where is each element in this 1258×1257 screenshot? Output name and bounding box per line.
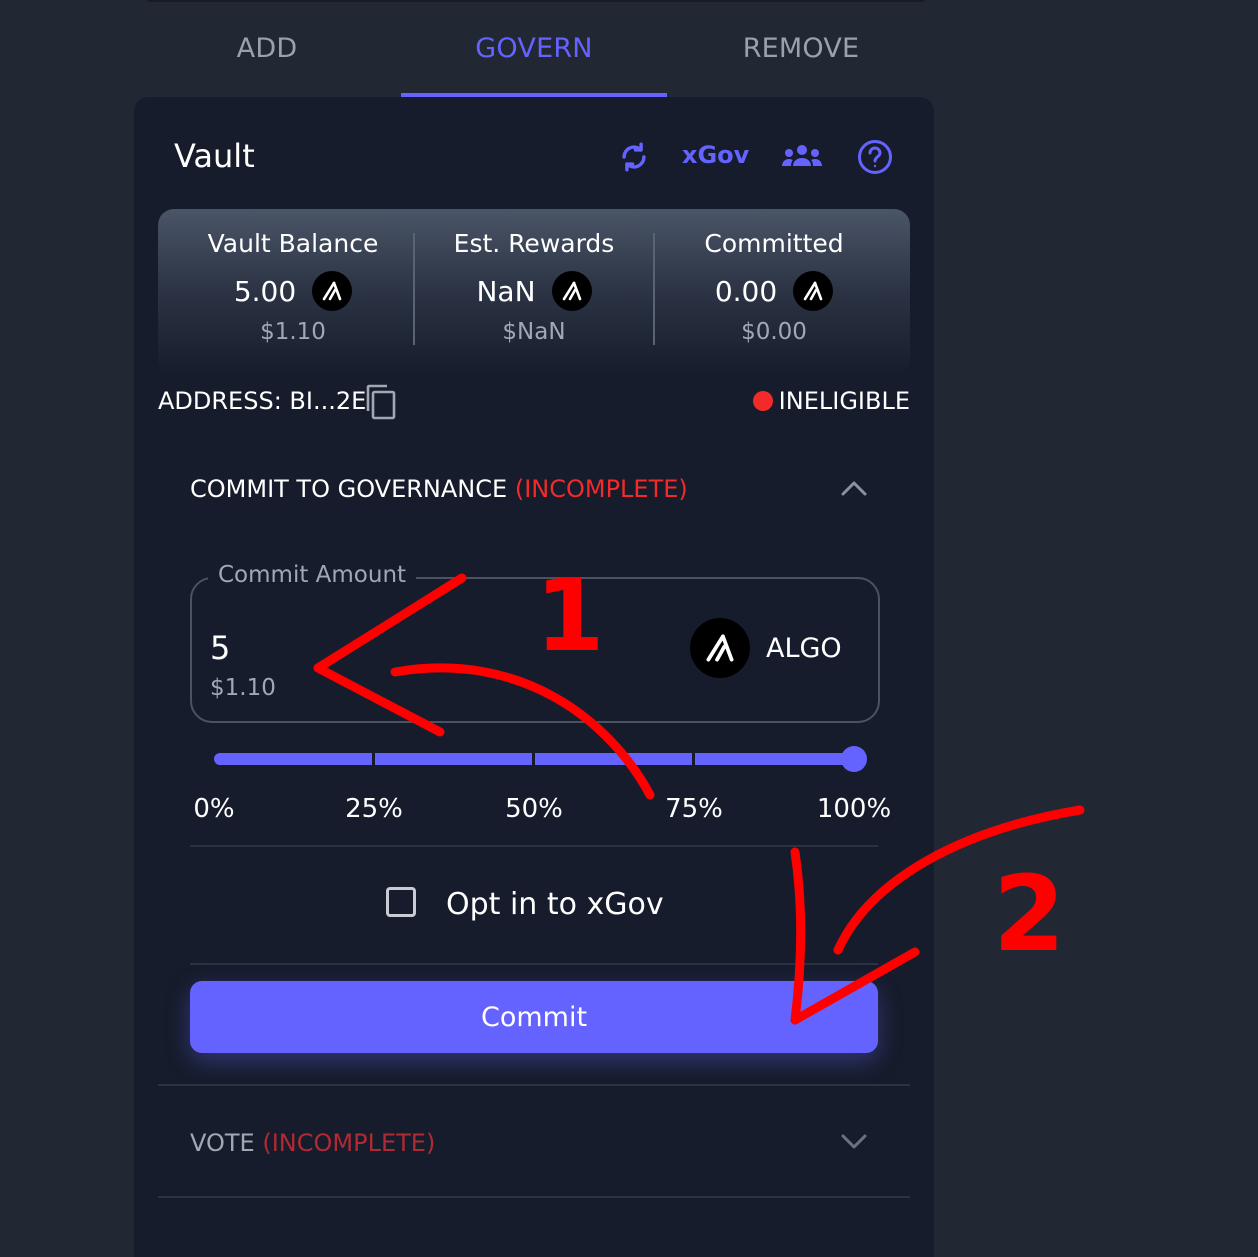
section-status: (INCOMPLETE) bbox=[262, 1129, 436, 1157]
stat-est-rewards: Est. Rewards NaN $NaN bbox=[414, 209, 654, 375]
stat-label: Committed bbox=[704, 229, 844, 258]
section-status: (INCOMPLETE) bbox=[514, 475, 688, 503]
algo-icon bbox=[690, 618, 750, 678]
chevron-up-icon[interactable] bbox=[840, 479, 868, 501]
asset-unit: ALGO bbox=[766, 633, 842, 664]
commit-button[interactable]: Commit bbox=[190, 981, 878, 1053]
status-dot bbox=[752, 391, 773, 411]
vault-card: Vault xGov Vault Balance 5.00 $1.10 Est.… bbox=[134, 97, 934, 1257]
slider-label-50[interactable]: 50% bbox=[474, 794, 594, 824]
stat-label: Est. Rewards bbox=[453, 229, 615, 258]
status-text: INELIGIBLE bbox=[778, 387, 910, 415]
address-label: ADDRESS: BI...2E bbox=[158, 387, 367, 415]
divider bbox=[158, 1084, 910, 1086]
commit-amount-label: Commit Amount bbox=[208, 562, 417, 588]
annotation-label-1: 1 bbox=[535, 557, 605, 674]
algo-icon bbox=[551, 271, 592, 311]
tab-remove[interactable]: REMOVE bbox=[668, 0, 934, 97]
opt-in-label[interactable]: Opt in to xGov bbox=[446, 887, 664, 922]
divider bbox=[190, 963, 878, 965]
tab-bar: ADD GOVERN REMOVE bbox=[134, 0, 934, 97]
tab-add[interactable]: ADD bbox=[134, 0, 400, 97]
vote-section-header[interactable]: VOTE (INCOMPLETE) bbox=[190, 1129, 435, 1157]
divider bbox=[190, 845, 878, 847]
chevron-down-icon[interactable] bbox=[840, 1133, 868, 1155]
stat-usd: $0.00 bbox=[741, 319, 807, 345]
section-title: COMMIT TO GOVERNANCE bbox=[190, 475, 508, 503]
slider-thumb[interactable] bbox=[841, 746, 867, 772]
opt-in-checkbox[interactable] bbox=[386, 887, 416, 917]
commit-amount-input[interactable] bbox=[210, 629, 510, 667]
stats-panel: Vault Balance 5.00 $1.10 Est. Rewards Na… bbox=[158, 209, 910, 375]
slider-label-25[interactable]: 25% bbox=[314, 794, 434, 824]
slider-label-100[interactable]: 100% bbox=[794, 794, 914, 824]
stat-value: 5.00 bbox=[233, 274, 297, 308]
group-icon[interactable] bbox=[780, 137, 824, 177]
eligibility-status: INELIGIBLE bbox=[752, 387, 910, 415]
section-title: VOTE bbox=[190, 1129, 255, 1157]
copy-icon[interactable] bbox=[364, 383, 398, 425]
commit-amount-usd: $1.10 bbox=[210, 675, 276, 701]
slider-tick bbox=[692, 751, 695, 767]
stat-value: NaN bbox=[476, 274, 536, 308]
stat-committed: Committed 0.00 $0.00 bbox=[654, 209, 894, 375]
stat-vault-balance: Vault Balance 5.00 $1.10 bbox=[173, 209, 413, 375]
stat-usd: $NaN bbox=[502, 319, 566, 345]
slider-tick bbox=[532, 751, 535, 767]
annotation-label-2: 2 bbox=[993, 853, 1066, 975]
stat-value: 0.00 bbox=[714, 274, 778, 308]
stat-usd: $1.10 bbox=[260, 319, 326, 345]
slider-label-0[interactable]: 0% bbox=[154, 794, 274, 824]
help-icon[interactable] bbox=[856, 137, 894, 177]
algo-icon bbox=[793, 271, 834, 311]
commit-section-header[interactable]: COMMIT TO GOVERNANCE (INCOMPLETE) bbox=[190, 475, 688, 503]
stat-label: Vault Balance bbox=[207, 229, 379, 258]
algo-icon bbox=[312, 271, 353, 311]
divider bbox=[158, 1196, 910, 1198]
xgov-link[interactable]: xGov bbox=[682, 141, 749, 169]
refresh-icon[interactable] bbox=[614, 137, 654, 177]
page-title: Vault bbox=[174, 137, 255, 175]
slider-label-75[interactable]: 75% bbox=[634, 794, 754, 824]
slider-tick bbox=[372, 751, 375, 767]
tab-govern[interactable]: GOVERN bbox=[401, 0, 667, 97]
